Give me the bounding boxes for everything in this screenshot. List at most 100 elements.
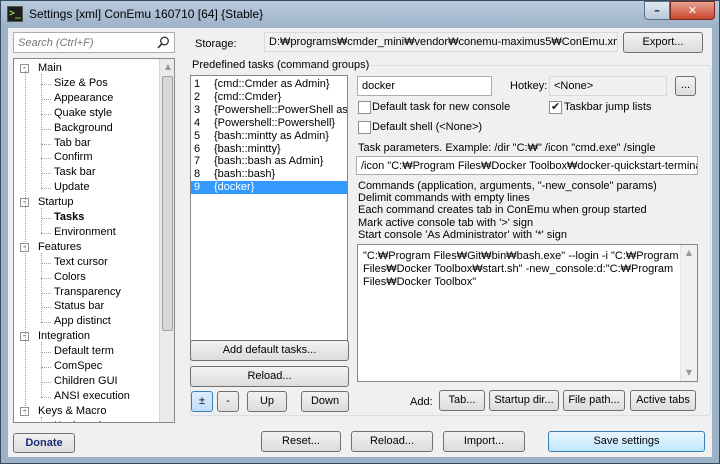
reset-button[interactable]: Reset... — [261, 431, 341, 452]
add-task-button[interactable]: ± — [191, 391, 213, 412]
tree-item-default-term[interactable]: Default term — [54, 344, 114, 359]
tree-group-integration[interactable]: Integration — [38, 329, 90, 344]
tree-item-comspec[interactable]: ComSpec — [54, 359, 102, 374]
commands-scrollbar[interactable]: ▲ ▼ — [680, 245, 697, 381]
export-button[interactable]: Export... — [623, 32, 703, 53]
task-name: {bash::mintty} — [214, 142, 281, 155]
tree-connector — [41, 158, 51, 160]
help-line: Mark active console tab with '>' sign — [358, 216, 534, 229]
task-list-item[interactable]: 4 {Powershell::Powershell} — [191, 117, 347, 130]
task-list[interactable]: 1 {cmd::Cmder as Admin} 2 {cmd::Cmder} 3 {Pow… — [190, 75, 348, 360]
add-startup-dir-button[interactable]: Startup dir... — [489, 390, 559, 411]
tree-item-text-cursor[interactable]: Text cursor — [54, 255, 108, 270]
tree-item-quake-style[interactable]: Quake style — [54, 106, 112, 121]
taskbar-jump-lists-label[interactable]: Taskbar jump lists — [564, 101, 651, 113]
move-down-button[interactable]: Down — [301, 391, 349, 412]
tree-connector — [41, 277, 51, 279]
tree-group-features[interactable]: Features — [38, 240, 81, 255]
tree-connector — [41, 74, 42, 189]
tree-item-task-bar[interactable]: Task bar — [54, 165, 96, 180]
tree-connector — [41, 367, 51, 368]
task-name: {Powershell::Powershell} — [214, 116, 336, 129]
task-list-item[interactable]: 3 {Powershell::PowerShell as Ad — [191, 104, 347, 117]
close-button[interactable]: ✕ — [670, 1, 715, 20]
scroll-up-icon[interactable]: ▲ — [160, 59, 174, 75]
search-icon[interactable] — [157, 36, 170, 49]
tree-connector — [41, 352, 51, 354]
tree-connector — [41, 252, 42, 323]
default-shell-label[interactable]: Default shell (<None>) — [372, 121, 482, 133]
tree-group-startup[interactable]: Startup — [38, 195, 73, 210]
scroll-up-icon[interactable]: ▲ — [681, 245, 697, 261]
tree-item-tab-bar[interactable]: Tab bar — [54, 136, 91, 151]
tree-group-keys-macro[interactable]: Keys & Macro — [38, 404, 106, 419]
donate-button[interactable]: Donate — [13, 433, 75, 453]
task-list-item[interactable]: 2 {cmd::Cmder} — [191, 91, 347, 104]
hotkey-picker-button[interactable]: ... — [675, 76, 696, 96]
task-number: 6 — [194, 142, 201, 155]
tree-connector — [41, 173, 51, 175]
tree-item-children-gui[interactable]: Children GUI — [54, 374, 118, 389]
task-name: {bash::bash} — [214, 168, 276, 181]
storage-path-field: D:₩programs₩cmder_mini₩vendor₩conemu-max… — [264, 32, 618, 52]
scroll-down-icon[interactable]: ▼ — [681, 365, 697, 381]
tree-item-keyboard[interactable]: Keyboard — [54, 419, 101, 422]
task-list-item[interactable]: 8 {bash::bash} — [191, 168, 347, 181]
settings-window: >_ Settings [xml] ConEmu 160710 [64] {St… — [0, 0, 720, 464]
tree-item-appearance[interactable]: Appearance — [54, 91, 113, 106]
tree-scroll-thumb[interactable] — [162, 76, 173, 331]
conemu-app-icon: >_ — [7, 6, 23, 22]
task-name: {bash::bash as Admin} — [214, 155, 324, 168]
add-active-tabs-button[interactable]: Active tabs — [630, 390, 696, 411]
tree-item-confirm[interactable]: Confirm — [54, 150, 93, 165]
help-line: Commands (application, arguments, "-new_… — [358, 180, 657, 192]
search-input[interactable] — [14, 33, 144, 52]
tree-connector — [41, 292, 51, 294]
task-list-item[interactable]: 6 {bash::mintty} — [191, 143, 347, 156]
tree-item-background[interactable]: Background — [54, 121, 113, 136]
task-list-item[interactable]: 7 {bash::bash as Admin} — [191, 155, 347, 168]
default-task-label[interactable]: Default task for new console — [372, 101, 510, 113]
tree-item-size-pos[interactable]: Size & Pos — [54, 76, 108, 91]
tree-item-update[interactable]: Update — [54, 180, 89, 195]
commands-textarea[interactable]: "C:₩Program Files₩Git₩bin₩bash.exe" --lo… — [357, 244, 698, 382]
commands-text[interactable]: "C:₩Program Files₩Git₩bin₩bash.exe" --lo… — [363, 250, 679, 289]
taskbar-jump-lists-checkbox[interactable] — [549, 100, 562, 114]
tree-item-ansi-execution[interactable]: ANSI execution — [54, 389, 130, 404]
task-list-item[interactable]: 5 {bash::mintty as Admin} — [191, 130, 347, 143]
default-shell-checkbox[interactable] — [358, 121, 371, 134]
minimize-button[interactable]: – — [644, 1, 670, 20]
move-up-button[interactable]: Up — [247, 391, 287, 412]
remove-task-button[interactable]: - — [217, 391, 239, 412]
task-parameters-input[interactable]: /icon "C:₩Program Files₩Docker Toolbox₩d… — [356, 156, 698, 175]
settings-tree[interactable]: ▲ Main - Size & Pos Appearance Quake style Ba… — [13, 58, 175, 423]
save-settings-button[interactable]: Save settings — [548, 431, 705, 452]
reload-tasks-button[interactable]: Reload... — [190, 366, 349, 387]
add-default-tasks-button[interactable]: Add default tasks... — [190, 340, 349, 361]
storage-label: Storage: — [195, 38, 237, 50]
import-button[interactable]: Import... — [443, 431, 525, 452]
add-tab-button[interactable]: Tab... — [439, 390, 485, 411]
tree-scrollbar[interactable]: ▲ — [159, 59, 174, 422]
task-list-item[interactable]: 1 {cmd::Cmder as Admin} — [191, 78, 347, 91]
tree-item-status-bar[interactable]: Status bar — [54, 299, 104, 314]
task-name: {docker} — [214, 181, 255, 194]
title-bar[interactable]: >_ Settings [xml] ConEmu 160710 [64] {St… — [1, 1, 719, 27]
tree-item-tasks[interactable]: Tasks — [54, 210, 84, 225]
task-list-item[interactable]: 9 {docker} — [191, 181, 347, 195]
tree-item-app-distinct[interactable]: App distinct — [54, 314, 111, 329]
hotkey-field[interactable]: <None> — [549, 76, 667, 96]
task-name-input[interactable]: docker — [357, 76, 492, 96]
tree-item-environment[interactable]: Environment — [54, 225, 116, 240]
search-box[interactable] — [13, 32, 175, 53]
tree-item-transparency[interactable]: Transparency — [54, 285, 121, 300]
tree-item-colors[interactable]: Colors — [54, 270, 86, 285]
tree-connector — [41, 396, 51, 398]
settings-client-area: ▲ Main-Size & PosAppearanceQuake styleBa… — [8, 28, 712, 457]
reload-button[interactable]: Reload... — [351, 431, 433, 452]
tree-connector — [41, 381, 51, 383]
tree-connector — [41, 416, 42, 422]
tree-connector — [41, 83, 51, 85]
add-file-path-button[interactable]: File path... — [563, 390, 625, 411]
default-task-checkbox[interactable] — [358, 101, 371, 114]
